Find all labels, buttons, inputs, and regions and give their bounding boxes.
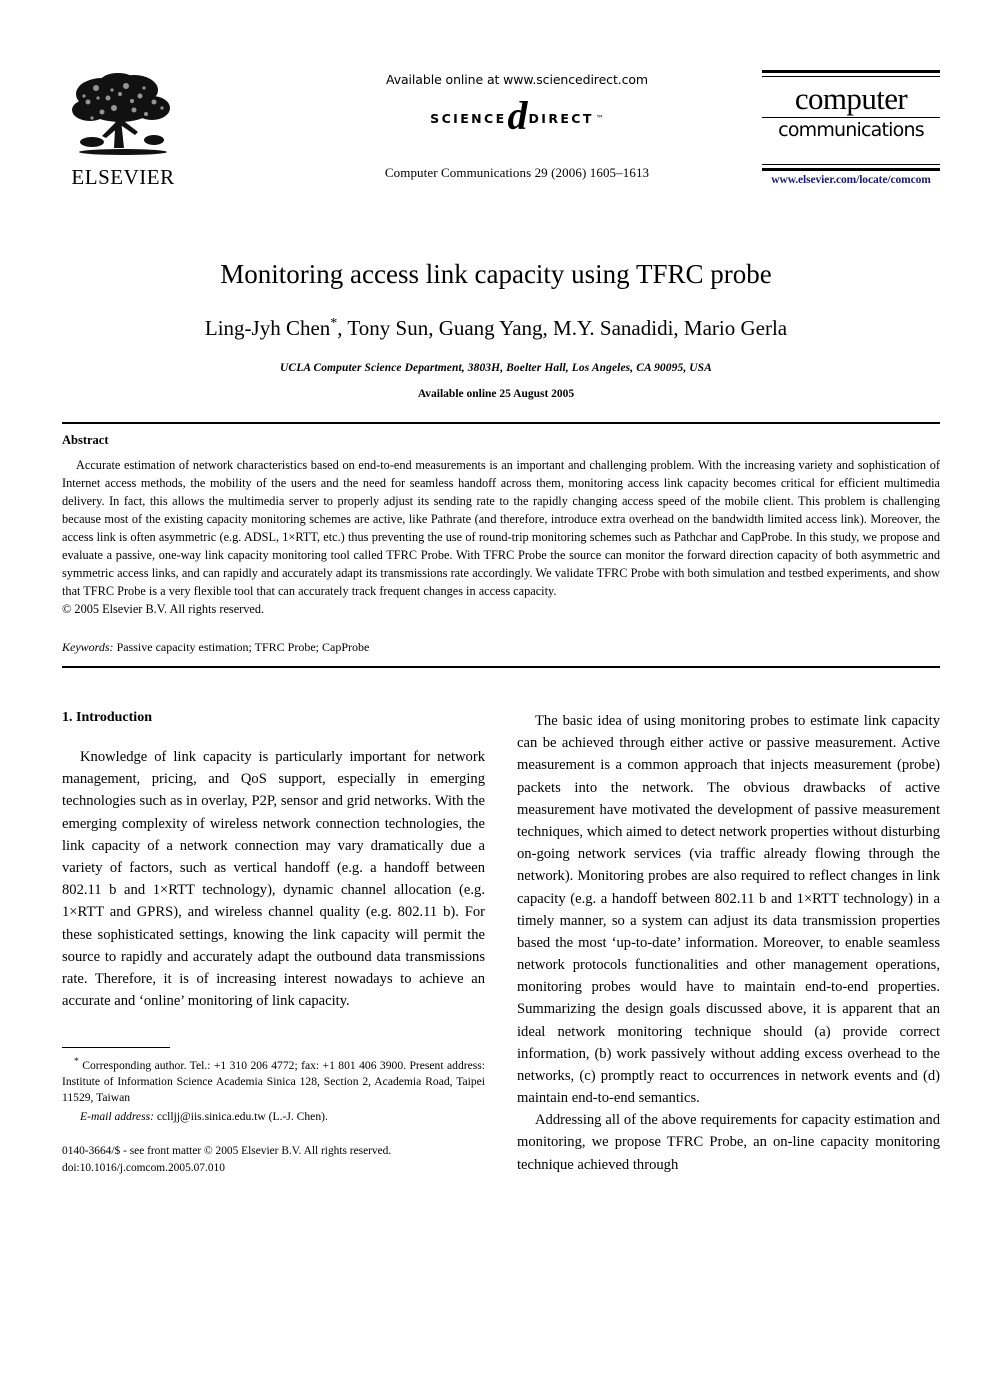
- keywords-label: Keywords:: [62, 640, 114, 655]
- body-columns: 1. Introduction Knowledge of link capaci…: [62, 710, 940, 1176]
- issn-block: 0140-3664/$ - see front matter © 2005 El…: [62, 1143, 485, 1175]
- footnote-corresponding-author: * Corresponding author. Tel.: +1 310 206…: [62, 1055, 485, 1107]
- journal-citation: Computer Communications 29 (2006) 1605–1…: [384, 165, 650, 180]
- journal-url-link[interactable]: www.elsevier.com/locate/comcom: [762, 171, 940, 186]
- left-column: 1. Introduction Knowledge of link capaci…: [62, 710, 485, 1176]
- abstract-copyright: © 2005 Elsevier B.V. All rights reserved…: [62, 602, 265, 617]
- intro-paragraph-1: Knowledge of link capacity is particular…: [62, 749, 485, 1010]
- journal-logo-line2: communications: [778, 118, 924, 141]
- title-block: Monitoring access link capacity using TF…: [62, 258, 930, 400]
- abstract-body: Accurate estimation of network character…: [62, 457, 940, 599]
- footnote-rule: [62, 1046, 170, 1048]
- elsevier-tree-icon: [68, 68, 178, 166]
- email-value[interactable]: cclljj@iis.sinica.edu.tw (L.-J. Chen).: [154, 1110, 328, 1123]
- footnote-corresponding-text: Corresponding author. Tel.: +1 310 206 4…: [62, 1058, 485, 1105]
- abstract-bottom-rule: [62, 666, 940, 669]
- page-title: Monitoring access link capacity using TF…: [220, 259, 772, 289]
- available-online-text: Available online at www.sciencedirect.co…: [385, 72, 649, 87]
- section-heading-introduction: 1. Introduction: [62, 710, 152, 726]
- logo-mid-rule: [762, 116, 940, 118]
- doi-line[interactable]: doi:10.1016/j.comcom.2005.07.010: [62, 1160, 485, 1176]
- journal-logo-line1: computer: [794, 81, 908, 116]
- sciencedirect-d-glyph: d: [507, 93, 528, 138]
- availability-date: Available online 25 August 2005: [417, 387, 575, 400]
- right-column: The basic idea of using monitoring probe…: [517, 710, 940, 1176]
- elsevier-wordmark: ELSEVIER: [71, 165, 175, 189]
- affiliation: UCLA Computer Science Department, 3803H,…: [280, 361, 712, 374]
- abstract-top-rule: [62, 421, 940, 424]
- sciencedirect-science-word: SCIENCE: [430, 110, 507, 126]
- sciencedirect-direct-word: DIRECT: [528, 110, 594, 126]
- masthead: ELSEVIER Available online at www.science…: [62, 62, 940, 212]
- keywords: Keywords: Passive capacity estimation; T…: [62, 640, 940, 655]
- footnote-email: E-mail address: cclljj@iis.sinica.edu.tw…: [62, 1109, 485, 1125]
- intro-paragraph-3: Addressing all of the above requirements…: [517, 1112, 940, 1173]
- abstract-section: Abstract Accurate estimation of network …: [62, 421, 940, 669]
- author-first: Ling-Jyh Chen: [204, 316, 331, 341]
- email-label: E-mail address:: [80, 1109, 154, 1123]
- keywords-value: Passive capacity estimation; TFRC Probe;…: [113, 640, 370, 655]
- issn-line: 0140-3664/$ - see front matter © 2005 El…: [62, 1145, 392, 1158]
- trademark-icon: ™: [595, 113, 604, 123]
- author-rest: , Tony Sun, Guang Yang, M.Y. Sanadidi, M…: [337, 316, 788, 341]
- elsevier-logo: ELSEVIER: [62, 68, 184, 188]
- journal-logo: computer communications www.elsevier.com…: [762, 70, 940, 186]
- abstract-heading: Abstract: [62, 432, 109, 447]
- paper-page: ELSEVIER Available online at www.science…: [0, 62, 992, 1385]
- author-list: Ling-Jyh Chen*, Tony Sun, Guang Yang, M.…: [62, 316, 930, 341]
- sciencedirect-block: Available online at www.sciencedirect.co…: [332, 72, 702, 181]
- footnote-zone: * Corresponding author. Tel.: +1 310 206…: [62, 1046, 485, 1176]
- intro-paragraph-2: The basic idea of using monitoring probe…: [517, 713, 940, 1107]
- sciencedirect-logo: SCIENCE d DIRECT ™: [332, 96, 702, 136]
